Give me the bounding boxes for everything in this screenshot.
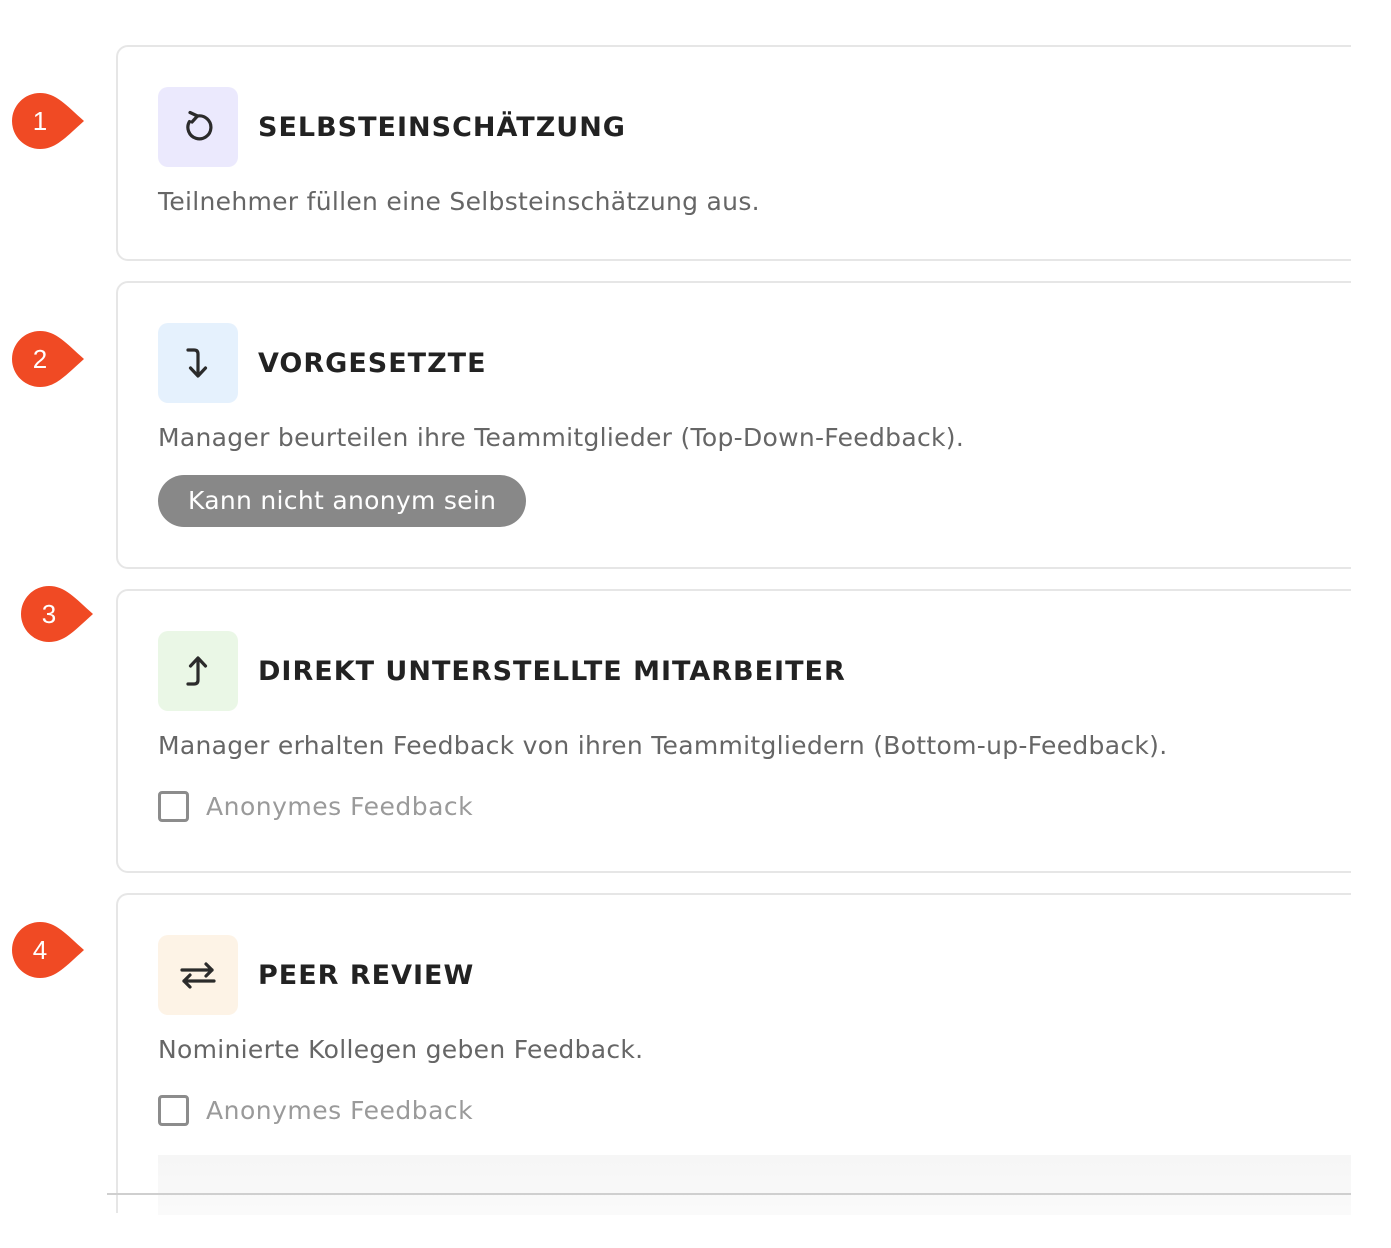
icon-tile [158, 323, 238, 403]
section-description: Manager erhalten Feedback von ihren Team… [158, 731, 1168, 760]
rotate-ccw-icon [186, 110, 213, 141]
section-card-peer-review[interactable]: PEER REVIEW Nominierte Kollegen geben Fe… [116, 893, 1378, 1215]
icon-tile [158, 87, 238, 167]
icon-tile [158, 935, 238, 1015]
icon-tile [158, 631, 238, 711]
section-card-supervisors[interactable]: VORGESETZTE Manager beurteilen ihre Team… [116, 281, 1376, 569]
section-title: DIREKT UNTERSTELLTE MITARBEITER [258, 655, 846, 687]
anonymous-feedback-option[interactable]: Anonymes Feedback [158, 791, 473, 822]
section-description: Teilnehmer füllen eine Selbsteinschätzun… [158, 187, 760, 216]
arrow-down-icon [186, 348, 208, 378]
section-title: SELBSTEINSCHÄTZUNG [258, 111, 626, 143]
nomination-field[interactable] [158, 1155, 1378, 1215]
card-header: VORGESETZTE [158, 323, 487, 403]
card-header: SELBSTEINSCHÄTZUNG [158, 87, 626, 167]
card-header: DIREKT UNTERSTELLTE MITARBEITER [158, 631, 846, 711]
viewport-edge [1351, 0, 1391, 1248]
step-number: 2 [32, 344, 48, 374]
step-number: 1 [32, 106, 48, 136]
anonymous-feedback-checkbox[interactable] [158, 791, 189, 822]
anonymous-feedback-checkbox[interactable] [158, 1095, 189, 1126]
not-anonymous-badge: Kann nicht anonym sein [158, 475, 527, 527]
step-marker-4: 4 [12, 922, 86, 978]
section-description: Nominierte Kollegen geben Feedback. [158, 1035, 644, 1064]
anonymous-feedback-label[interactable]: Anonymes Feedback [206, 792, 473, 821]
step-marker-1: 1 [12, 93, 86, 149]
section-card-self-assessment[interactable]: SELBSTEINSCHÄTZUNG Teilnehmer füllen ein… [116, 45, 1376, 261]
card-header: PEER REVIEW [158, 935, 474, 1015]
divider [107, 1193, 1351, 1195]
section-card-direct-reports[interactable]: DIREKT UNTERSTELLTE MITARBEITER Manager … [116, 589, 1376, 873]
step-marker-3: 3 [21, 586, 95, 642]
section-title: VORGESETZTE [258, 347, 487, 379]
section-title: PEER REVIEW [258, 959, 475, 991]
anonymous-feedback-label[interactable]: Anonymes Feedback [206, 1096, 473, 1125]
section-description: Manager beurteilen ihre Teammitglieder (… [158, 423, 965, 452]
step-number: 4 [32, 935, 48, 965]
step-number: 3 [41, 599, 57, 629]
stage: SELBSTEINSCHÄTZUNG Teilnehmer füllen ein… [0, 0, 1391, 1248]
arrow-up-icon [186, 656, 208, 686]
anonymous-feedback-option[interactable]: Anonymes Feedback [158, 1095, 473, 1126]
swap-arrows-icon [180, 962, 216, 989]
step-marker-2: 2 [12, 331, 86, 387]
